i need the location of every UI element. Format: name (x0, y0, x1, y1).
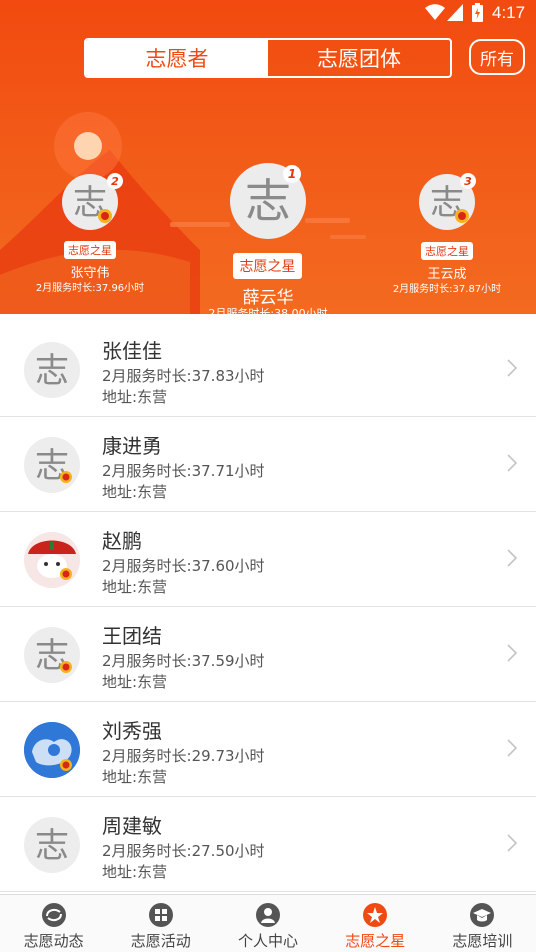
service-hours: 2月服务时长:37.83小时 (102, 367, 265, 385)
avatar: 志 (24, 437, 80, 493)
tab-volunteer[interactable]: 志愿者 (86, 40, 268, 76)
avatar (24, 532, 80, 588)
nav-item-volunteer-activities[interactable]: 志愿活动 (107, 895, 214, 952)
address: 地址:东营 (102, 673, 168, 691)
address: 地址:东营 (102, 863, 168, 881)
svg-text:志: 志 (35, 351, 69, 391)
nav-item-volunteer-news[interactable]: 志愿动态 (0, 895, 107, 952)
status-time: 4:17 (492, 3, 526, 22)
chevron-right-icon (507, 359, 518, 377)
service-hours: 2月服务时长:37.60小时 (102, 557, 265, 575)
wifi-icon (425, 4, 445, 20)
nav-label: 志愿活动 (130, 932, 191, 950)
nav-label: 志愿之星 (345, 932, 406, 950)
volunteer-logo-icon: 志 (35, 636, 72, 676)
svg-text:志: 志 (35, 826, 69, 866)
graduation-cap-icon (470, 903, 495, 927)
svg-text:志: 志 (245, 174, 291, 228)
chevron-right-icon (507, 739, 518, 757)
nav-label: 个人中心 (238, 932, 299, 950)
grid-icon (148, 903, 173, 927)
volunteer-logo-icon: 志 (35, 351, 69, 391)
podium-hours-rank-3: 2月服务时长:37.87小时 (392, 284, 502, 295)
podium-hours-rank-1: 2月服务时长:38.00小时 (208, 307, 328, 314)
address: 地址:东营 (102, 483, 168, 501)
battery-charging-icon (472, 3, 483, 22)
cell-signal-icon (447, 4, 463, 21)
address: 地址:东营 (102, 768, 168, 786)
chevron-right-icon (507, 549, 518, 567)
star-tag: 志愿之星 (421, 242, 473, 260)
filter-all-button[interactable]: 所有 (469, 39, 525, 75)
nav-item-volunteer-stars[interactable]: 志愿之星 (322, 895, 429, 952)
chevron-right-icon (507, 834, 518, 852)
avatar (24, 722, 80, 778)
chevron-right-icon (507, 644, 518, 662)
star-tag: 志愿之星 (64, 241, 116, 259)
avatar: 志 (24, 817, 80, 873)
list-item[interactable]: 志 周建敏 2月服务时长:27.50小时 地址:东营 (0, 797, 536, 892)
sky-photo-avatar-icon (24, 722, 80, 778)
service-hours: 2月服务时长:29.73小时 (102, 747, 265, 765)
star-tag: 志愿之星 (233, 253, 302, 279)
list-item[interactable]: 志 张佳佳 2月服务时长:37.83小时 地址:东营 (0, 322, 536, 417)
volunteer-name: 张佳佳 (102, 339, 162, 363)
refresh-circle-icon (41, 903, 66, 927)
star-icon (363, 903, 388, 927)
nav-item-volunteer-training[interactable]: 志愿培训 (429, 895, 536, 952)
person-icon (256, 903, 280, 927)
podium-hours-rank-2: 2月服务时长:37.96小时 (35, 283, 145, 294)
volunteer-name: 周建敏 (102, 814, 162, 838)
service-hours: 2月服务时长:37.59小时 (102, 652, 265, 670)
avatar: 志 (24, 342, 80, 398)
nav-label: 志愿动态 (23, 932, 84, 950)
address: 地址:东营 (102, 578, 168, 596)
hero-banner: 4:17 志愿者 志愿团体 所有 志 2 志愿之星 张守伟 2月服务时长:37.… (0, 0, 536, 314)
rank-badge-1: 1 (283, 165, 301, 183)
list-item[interactable]: 刘秀强 2月服务时长:29.73小时 地址:东营 (0, 702, 536, 797)
nav-item-personal-center[interactable]: 个人中心 (214, 895, 321, 952)
list-item[interactable]: 志 康进勇 2月服务时长:37.71小时 地址:东营 (0, 417, 536, 512)
tab-volunteer-group[interactable]: 志愿团体 (268, 40, 450, 76)
chevron-right-icon (507, 454, 518, 472)
cartoon-avatar-icon (24, 532, 80, 588)
volunteer-logo-icon: 志 (35, 446, 72, 486)
volunteer-logo-icon: 志 (35, 826, 69, 866)
nav-label: 志愿培训 (452, 932, 513, 950)
address: 地址:东营 (102, 388, 168, 406)
status-bar: 4:17 (0, 0, 536, 28)
rank-badge-3: 3 (460, 173, 476, 189)
volunteer-name: 赵鹏 (102, 529, 142, 553)
volunteer-name: 刘秀强 (102, 719, 162, 743)
rank-badge-2: 2 (107, 173, 123, 189)
type-segmented-control: 志愿者 志愿团体 (84, 38, 452, 78)
list-item[interactable]: 赵鹏 2月服务时长:37.60小时 地址:东营 (0, 512, 536, 607)
service-hours: 2月服务时长:27.50小时 (102, 842, 265, 860)
service-hours: 2月服务时长:37.71小时 (102, 462, 265, 480)
volunteer-name: 康进勇 (102, 434, 162, 458)
volunteer-name: 王团结 (102, 624, 162, 648)
avatar: 志 (24, 627, 80, 683)
bottom-navigation: 志愿动态 志愿活动 个人中心 志愿之星 志愿培训 (0, 894, 536, 952)
volunteer-ranking-list: 志 张佳佳 2月服务时长:37.83小时 地址:东营 志 康进勇 2月服务时长:… (0, 322, 536, 892)
list-item[interactable]: 志 王团结 2月服务时长:37.59小时 地址:东营 (0, 607, 536, 702)
